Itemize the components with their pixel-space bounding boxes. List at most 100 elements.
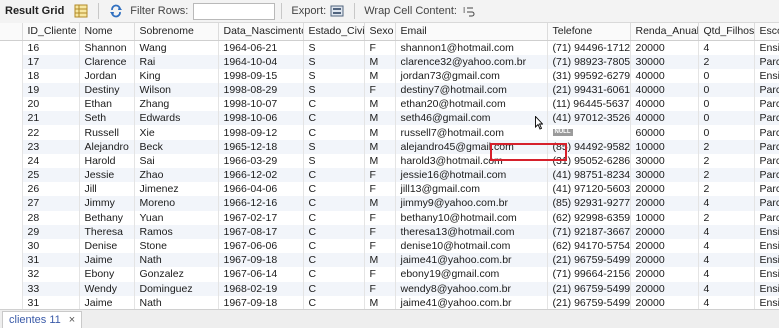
table-cell[interactable]: M xyxy=(364,125,396,140)
table-cell[interactable]: Ramos xyxy=(134,224,219,239)
table-row[interactable]: 23 Alejandro Beck 1965-12-18 S Malejandro45@g… xyxy=(0,139,779,154)
table-cell[interactable]: Theresa xyxy=(79,224,135,239)
table-row[interactable]: 31 Jaime Nath 1967-09-18 C Mjaime41@yahoo.com… xyxy=(0,253,779,268)
table-cell[interactable]: 22 xyxy=(22,125,80,140)
row-selector[interactable] xyxy=(0,182,23,197)
table-row[interactable]: 20 Ethan Zhang 1998-10-07 C Methan20@hotmail.… xyxy=(0,97,779,112)
table-cell[interactable]: F xyxy=(364,210,396,225)
table-cell[interactable]: shannon1@hotmail.com xyxy=(395,40,548,55)
table-cell[interactable]: 10000 xyxy=(630,139,699,154)
table-cell[interactable]: Jill xyxy=(79,182,135,197)
table-cell[interactable]: F xyxy=(364,168,396,183)
table-cell[interactable]: S xyxy=(303,82,365,98)
table-cell[interactable]: 29 xyxy=(22,224,80,239)
table-cell[interactable]: Parcial xyxy=(754,153,779,168)
table-cell[interactable]: 1998-09-12 xyxy=(218,125,304,140)
column-header[interactable]: ID_Cliente xyxy=(22,23,80,41)
table-cell[interactable]: 20000 xyxy=(630,182,699,197)
table-cell[interactable]: 1967-06-06 xyxy=(218,238,304,254)
table-cell[interactable]: Sai xyxy=(134,153,219,168)
table-cell[interactable]: 0 xyxy=(698,125,755,140)
table-cell[interactable]: 1967-06-14 xyxy=(218,267,304,282)
table-cell[interactable]: 40000 xyxy=(630,111,699,126)
table-cell[interactable]: jaime41@yahoo.com.br xyxy=(395,295,548,309)
table-cell[interactable]: Shannon xyxy=(79,40,135,55)
table-cell[interactable]: 1967-02-17 xyxy=(218,210,304,225)
table-cell[interactable]: Nath xyxy=(134,253,219,268)
table-row[interactable]: 30 Denise Stone 1967-06-06 C Fdenise10@hotmai… xyxy=(0,238,779,254)
table-cell[interactable]: C xyxy=(303,238,365,254)
table-cell[interactable]: 1966-12-16 xyxy=(218,196,304,211)
column-header[interactable]: Sobrenome xyxy=(134,23,219,41)
table-cell[interactable]: Gonzalez xyxy=(134,267,219,282)
table-cell[interactable]: Russell xyxy=(79,125,135,140)
table-cell[interactable]: alejandro45@gmail.com xyxy=(395,139,548,154)
table-cell[interactable]: Harold xyxy=(79,153,135,168)
table-cell[interactable]: 2 xyxy=(698,168,755,183)
table-cell[interactable]: (71) 99664-2156 xyxy=(547,267,631,282)
table-cell[interactable]: 4 xyxy=(698,196,755,211)
refresh-icon[interactable] xyxy=(108,3,124,19)
table-row[interactable]: 16 Shannon Wang 1964-06-21 S Fshannon1@hotmai… xyxy=(0,40,779,55)
table-cell[interactable]: 40000 xyxy=(630,97,699,112)
table-row[interactable]: 21 Seth Edwards 1998-10-06 C Mseth46@gmail.co… xyxy=(0,111,779,126)
table-cell[interactable]: Ensino médio xyxy=(754,40,779,55)
table-cell[interactable]: 21 xyxy=(22,111,80,126)
table-cell[interactable]: M xyxy=(364,139,396,154)
result-tab-clientes[interactable]: clientes 11 × xyxy=(2,311,83,328)
row-selector[interactable] xyxy=(0,54,23,69)
column-header[interactable]: Renda_Anual xyxy=(630,23,699,41)
table-cell[interactable]: jill13@gmail.com xyxy=(395,182,548,197)
table-cell[interactable]: 23 xyxy=(22,139,80,154)
table-cell[interactable]: S xyxy=(303,54,365,69)
table-cell[interactable]: 1966-12-02 xyxy=(218,168,304,183)
table-cell[interactable]: F xyxy=(364,224,396,239)
table-cell[interactable]: Ensino médio xyxy=(754,295,779,309)
table-cell[interactable]: (62) 92998-6359 xyxy=(547,210,631,225)
table-cell[interactable]: 1967-09-18 xyxy=(218,253,304,268)
table-cell[interactable]: C xyxy=(303,295,365,309)
table-row[interactable]: 28 Bethany Yuan 1967-02-17 C Fbethany10@hotma… xyxy=(0,210,779,225)
table-cell[interactable]: S xyxy=(303,68,365,83)
table-cell[interactable]: seth46@gmail.com xyxy=(395,111,548,126)
table-cell[interactable]: Nath xyxy=(134,295,219,309)
table-cell[interactable]: (62) 94170-5754 xyxy=(547,238,631,254)
table-cell[interactable]: M xyxy=(364,295,396,309)
row-selector[interactable] xyxy=(0,210,23,225)
table-cell[interactable]: C xyxy=(303,281,365,296)
table-cell[interactable]: 31 xyxy=(22,295,80,309)
table-cell[interactable]: 20000 xyxy=(630,40,699,55)
table-cell[interactable]: 40000 xyxy=(630,82,699,98)
table-row[interactable]: 26 Jill Jimenez 1966-04-06 C Fjill13@gmail.co… xyxy=(0,182,779,197)
row-selector[interactable] xyxy=(0,40,23,55)
export-icon[interactable] xyxy=(329,3,345,19)
table-cell[interactable]: 1968-02-19 xyxy=(218,281,304,296)
table-cell[interactable]: F xyxy=(364,238,396,254)
table-cell[interactable]: Bethany xyxy=(79,210,135,225)
table-row[interactable]: 17 Clarence Rai 1964-10-04 S Mclarence32@yaho… xyxy=(0,54,779,69)
table-cell[interactable]: Jaime xyxy=(79,253,135,268)
row-selector[interactable] xyxy=(0,253,23,268)
table-cell[interactable]: (31) 99592-6279 xyxy=(547,68,631,83)
table-cell[interactable]: 24 xyxy=(22,153,80,168)
grid-view-icon[interactable] xyxy=(73,3,89,19)
table-cell[interactable]: 19 xyxy=(22,82,80,98)
table-cell[interactable]: theresa13@hotmail.com xyxy=(395,224,548,239)
row-selector[interactable] xyxy=(0,153,23,168)
table-cell[interactable]: F xyxy=(364,40,396,55)
table-cell[interactable]: C xyxy=(303,125,365,140)
table-cell[interactable]: Jordan xyxy=(79,68,135,83)
table-row[interactable]: 31 Jaime Nath 1967-09-18 C Mjaime41@yahoo.com… xyxy=(0,295,779,309)
table-cell[interactable]: 2 xyxy=(698,153,755,168)
table-cell[interactable]: Ensino médio xyxy=(754,281,779,296)
table-cell[interactable]: S xyxy=(303,139,365,154)
row-selector[interactable] xyxy=(0,139,23,154)
row-selector[interactable] xyxy=(0,111,23,126)
table-cell[interactable]: 26 xyxy=(22,182,80,197)
column-header[interactable]: Qtd_Filhos xyxy=(698,23,755,41)
table-cell[interactable]: russell7@hotmail.com xyxy=(395,125,548,140)
table-cell[interactable]: 31 xyxy=(22,253,80,268)
table-cell[interactable]: (71) 94496-1712 xyxy=(547,40,631,55)
table-cell[interactable]: jessie16@hotmail.com xyxy=(395,168,548,183)
table-cell[interactable]: Wang xyxy=(134,40,219,55)
